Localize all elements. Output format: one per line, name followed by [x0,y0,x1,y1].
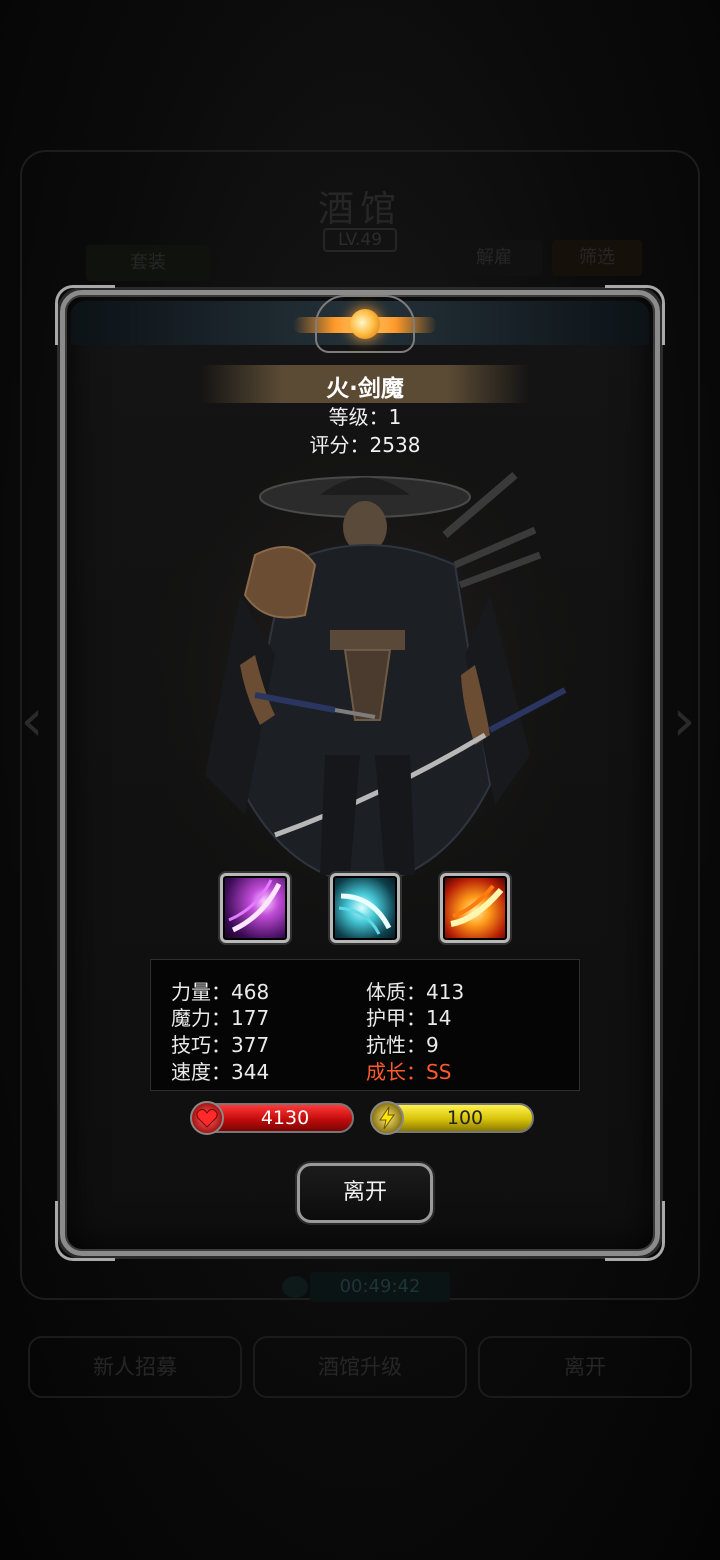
background-title: 酒馆 [317,189,402,230]
stat-magic: 魔力：177 [171,1006,270,1030]
background-timer-icon [282,1276,308,1298]
frame-corner-ornament [605,1201,665,1261]
background-tab-filter: 筛选 [552,240,642,276]
energy-bar: 100 [370,1101,534,1135]
background-upgrade-button: 酒馆升级 [253,1336,467,1398]
background-leave-button: 离开 [478,1336,692,1398]
attribute-panel: 力量：468 体质：413 魔力：177 护甲：14 技巧：377 抗性：9 速… [150,959,580,1091]
stat-constitution: 体质：413 [366,980,465,1004]
stat-armor: 护甲：14 [366,1006,452,1030]
frame-corner-ornament [605,285,665,345]
hero-name: 火·剑魔 [326,376,404,402]
previous-hero-arrow-icon[interactable]: ‹ [12,690,52,750]
hero-score: 评分：2538 [309,433,421,457]
heart-icon [190,1101,224,1135]
background-tab-set: 套装 [86,245,210,281]
skill-icons-row [215,873,515,943]
background-timer: 00:49:42 [310,1272,450,1302]
hp-value: 4130 [260,1107,310,1129]
hero-detail-dialog: 火·剑魔 等级：1 评分：2538 力量：468 体质：413 魔力：177 护… [55,285,665,1261]
hero-level: 等级：1 [328,405,402,429]
background-tab-dismiss: 解雇 [446,240,542,276]
next-hero-arrow-icon[interactable]: › [664,690,704,750]
moon-crest-icon [293,295,437,353]
stat-growth: 成长：SS [366,1060,452,1084]
purple-slash-skill-icon[interactable] [220,873,290,943]
fire-slash-skill-icon[interactable] [440,873,510,943]
stat-speed: 速度：344 [171,1060,270,1084]
frame-corner-ornament [55,1201,115,1261]
stat-resistance: 抗性：9 [366,1033,439,1057]
stat-skill: 技巧：377 [171,1033,270,1057]
background-level-badge: LV.49 [323,228,397,252]
frame-corner-ornament [55,285,115,345]
leave-button[interactable]: 离开 [297,1163,433,1223]
leave-button-label: 离开 [342,1180,387,1205]
energy-value: 100 [446,1107,484,1129]
background-recruit-button: 新人招募 [28,1336,242,1398]
cyan-wind-slash-skill-icon[interactable] [330,873,400,943]
hp-bar: 4130 [190,1101,354,1135]
lightning-icon [370,1101,404,1135]
stat-strength: 力量：468 [171,980,270,1004]
